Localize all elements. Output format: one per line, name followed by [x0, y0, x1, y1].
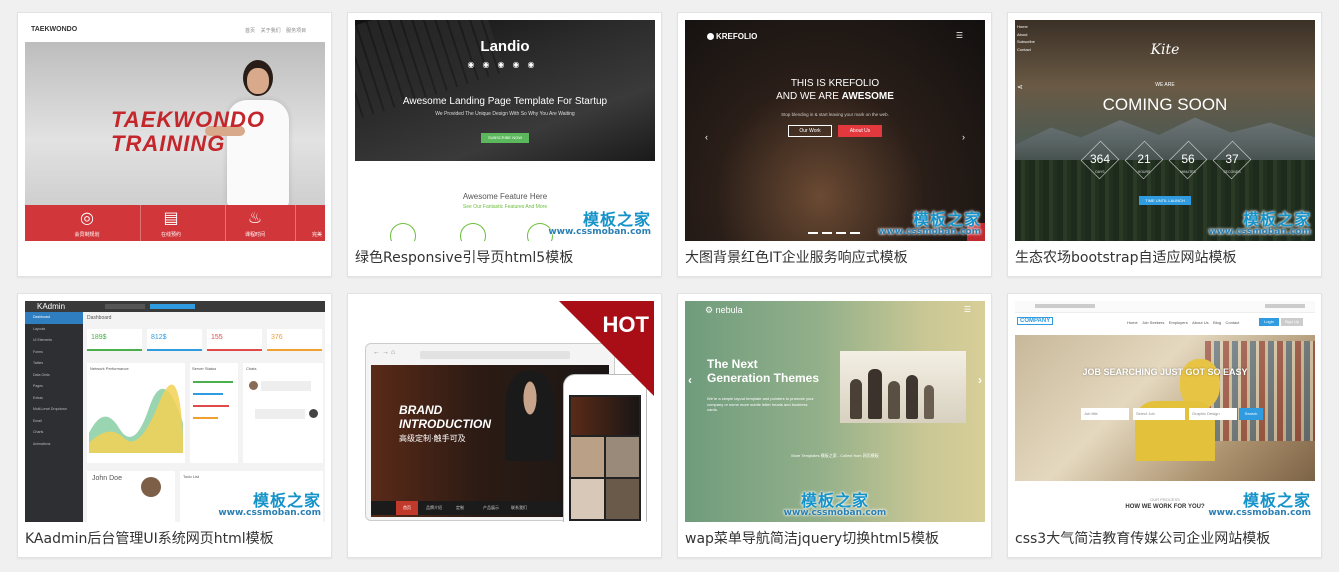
preview-logo: COMPANY — [1017, 317, 1054, 325]
watermark: 模板之家 www.cssmoban.com — [218, 491, 321, 518]
hot-label: HOT — [602, 312, 649, 337]
preview-search-bar: Job title Select Job Graphic Design Sear… — [1081, 408, 1263, 420]
preview-login: Login — [1259, 318, 1279, 326]
template-thumbnail[interactable]: COMPANY Home Job Seekers Employers About… — [1015, 301, 1315, 522]
template-title[interactable] — [355, 526, 655, 552]
preview-server-title: Server Status — [192, 366, 217, 371]
preview-chat-title: Chats — [246, 366, 257, 371]
preview-stat: 812$ — [151, 334, 167, 341]
preview-signup: Sign Up — [1281, 318, 1303, 326]
preview-stat: 189$ — [91, 334, 107, 341]
preview-brand: KAdmin — [37, 302, 66, 311]
template-title[interactable]: 大图背景红色IT企业服务响应式模板 — [685, 245, 985, 271]
preview-btn-work: Our Work — [788, 125, 832, 137]
preview-coming: COMING SOON — [1102, 95, 1228, 114]
chevron-right-icon: › — [962, 132, 965, 142]
preview-image-chess — [840, 351, 966, 423]
preview-area-chart — [89, 384, 183, 453]
preview-bookshelf — [1205, 341, 1315, 441]
template-thumbnail[interactable]: ⚙ nebula ☰ ‹ › The Next Generation Theme… — [685, 301, 985, 522]
watermark: 模板之家 www.cssmoban.com — [1208, 491, 1311, 518]
template-title[interactable] — [25, 245, 325, 271]
preview-stat: 155 — [211, 334, 223, 341]
watermark: 模板之家 www.cssmoban.com — [548, 210, 651, 237]
preview-headline: Awesome Landing Page Template For Startu… — [402, 96, 608, 107]
template-title[interactable]: 生态农场bootstrap自适应网站模板 — [1015, 245, 1315, 271]
preview-nav-item: 关于我们 — [260, 28, 281, 34]
preview-countdown: 364 21 56 37 DAYS HOURS MINUTES SECONDS — [1080, 140, 1252, 180]
preview-sub: Stop blending in & start leaving your ma… — [781, 112, 889, 117]
preview-subline: We Provided The Unique Design With So Wh… — [435, 111, 575, 117]
preview-headline: TAEKWONDO TRAINING — [111, 107, 266, 157]
preview-logo: KREFOLIO — [707, 32, 757, 41]
menu-icon: ☰ — [955, 31, 963, 40]
preview-headline: THIS IS KREFOLIO AND WE ARE AWESOME — [776, 78, 894, 102]
preview-sidebar: Dashboard Layouts UI Elements Forms Tabl… — [25, 312, 83, 450]
preview-logo: Kite — [1150, 42, 1180, 58]
template-card[interactable]: ← → ⌂ BRAND INTRODUCTION 高级定制·触手可及 首页 品牌… — [347, 293, 662, 558]
chevron-left-icon: ‹ — [705, 132, 708, 142]
preview-we-are: WE ARE — [1155, 82, 1175, 88]
preview-cta: TIME UNTIL LAUNCH — [1139, 196, 1191, 205]
preview-social-icons: ◉◉◉◉◉ — [467, 60, 543, 69]
preview-chart-title: Network Performance — [90, 366, 129, 371]
preview-headline: JOB SEARCHING JUST GOT SO EASY — [1082, 367, 1248, 377]
template-card[interactable]: KREFOLIO ☰ THIS IS KREFOLIO AND WE ARE A… — [677, 12, 992, 277]
menu-icon: ☰ — [963, 305, 971, 314]
template-card[interactable]: TAEKWONDO 首页 关于我们 服务项目 TAEKWONDO TRAININ… — [17, 12, 332, 277]
chevron-left-icon: ‹ — [688, 373, 692, 387]
template-card[interactable]: ⚙ nebula ☰ ‹ › The Next Generation Theme… — [677, 293, 992, 558]
template-thumbnail[interactable]: Home About Subscribe Contact ⋖ Kite WE A… — [1015, 20, 1315, 241]
template-card[interactable]: COMPANY Home Job Seekers Employers About… — [1007, 293, 1322, 558]
template-title[interactable]: css3大气简洁教育传媒公司企业网站模板 — [1015, 526, 1315, 552]
template-thumbnail[interactable]: TAEKWONDO 首页 关于我们 服务项目 TAEKWONDO TRAININ… — [25, 20, 325, 241]
preview-logo: Landio — [480, 38, 530, 55]
preview-sub: We're a simple layout template and point… — [707, 396, 814, 413]
preview-logo: ⚙ nebula — [705, 305, 743, 315]
preview-feature-title: Awesome Feature Here — [462, 192, 548, 201]
preview-nav-item: 服务项目 — [286, 28, 307, 34]
preview-nav: Home Job Seekers Employers About Us Blog… — [1127, 320, 1240, 325]
watermark: 模板之家 www.cssmoban.com — [783, 491, 887, 518]
preview-cta: SUBSCRIBE NOW — [481, 133, 529, 143]
preview-btn-about: About Us — [838, 125, 882, 137]
template-card[interactable]: KAdmin Dashboard Layouts UI Elements For… — [17, 293, 332, 558]
preview-headline: The Next Generation Themes — [707, 357, 820, 386]
preview-brand: TAEKWONDO — [31, 26, 78, 33]
chevron-right-icon: › — [978, 373, 982, 387]
preview-todo-title: Todo List — [183, 474, 200, 479]
preview-page-title: Dashboard — [87, 315, 112, 321]
preview-nav-item: 首页 — [245, 28, 256, 34]
template-thumbnail[interactable]: KREFOLIO ☰ THIS IS KREFOLIO AND WE ARE A… — [685, 20, 985, 241]
preview-profile-name: John Doe — [92, 475, 122, 482]
preview-brand-title: BRAND INTRODUCTION — [399, 403, 491, 431]
template-grid: TAEKWONDO 首页 关于我们 服务项目 TAEKWONDO TRAININ… — [0, 0, 1339, 572]
preview-feature-band: ◎ ▤ ♨ 会员制规划 在线预约 课程时间 完美 — [25, 205, 325, 241]
template-title[interactable]: KAadmin后台管理UI系统网页html模板 — [25, 526, 325, 552]
watermark: 模板之家 www.cssmoban.com — [878, 210, 981, 237]
preview-footer: More Templates 模板之家 - Collect from 网页模板 — [791, 453, 879, 458]
watermark: 模板之家 www.cssmoban.com — [1208, 210, 1311, 237]
template-card[interactable]: Landio ◉◉◉◉◉ Awesome Landing Page Templa… — [347, 12, 662, 277]
template-thumbnail[interactable]: KAdmin Dashboard Layouts UI Elements For… — [25, 301, 325, 522]
preview-browser-controls: ← → ⌂ — [373, 349, 396, 356]
template-card[interactable]: Home About Subscribe Contact ⋖ Kite WE A… — [1007, 12, 1322, 277]
template-title[interactable]: wap菜单导航简洁jquery切换html5模板 — [685, 526, 985, 552]
preview-stat: 376 — [271, 334, 283, 341]
template-title[interactable]: 绿色Responsive引导页html5模板 — [355, 245, 655, 271]
template-thumbnail[interactable]: Landio ◉◉◉◉◉ Awesome Landing Page Templa… — [355, 20, 655, 241]
preview-brand-cn: 高级定制·触手可及 — [399, 434, 466, 443]
